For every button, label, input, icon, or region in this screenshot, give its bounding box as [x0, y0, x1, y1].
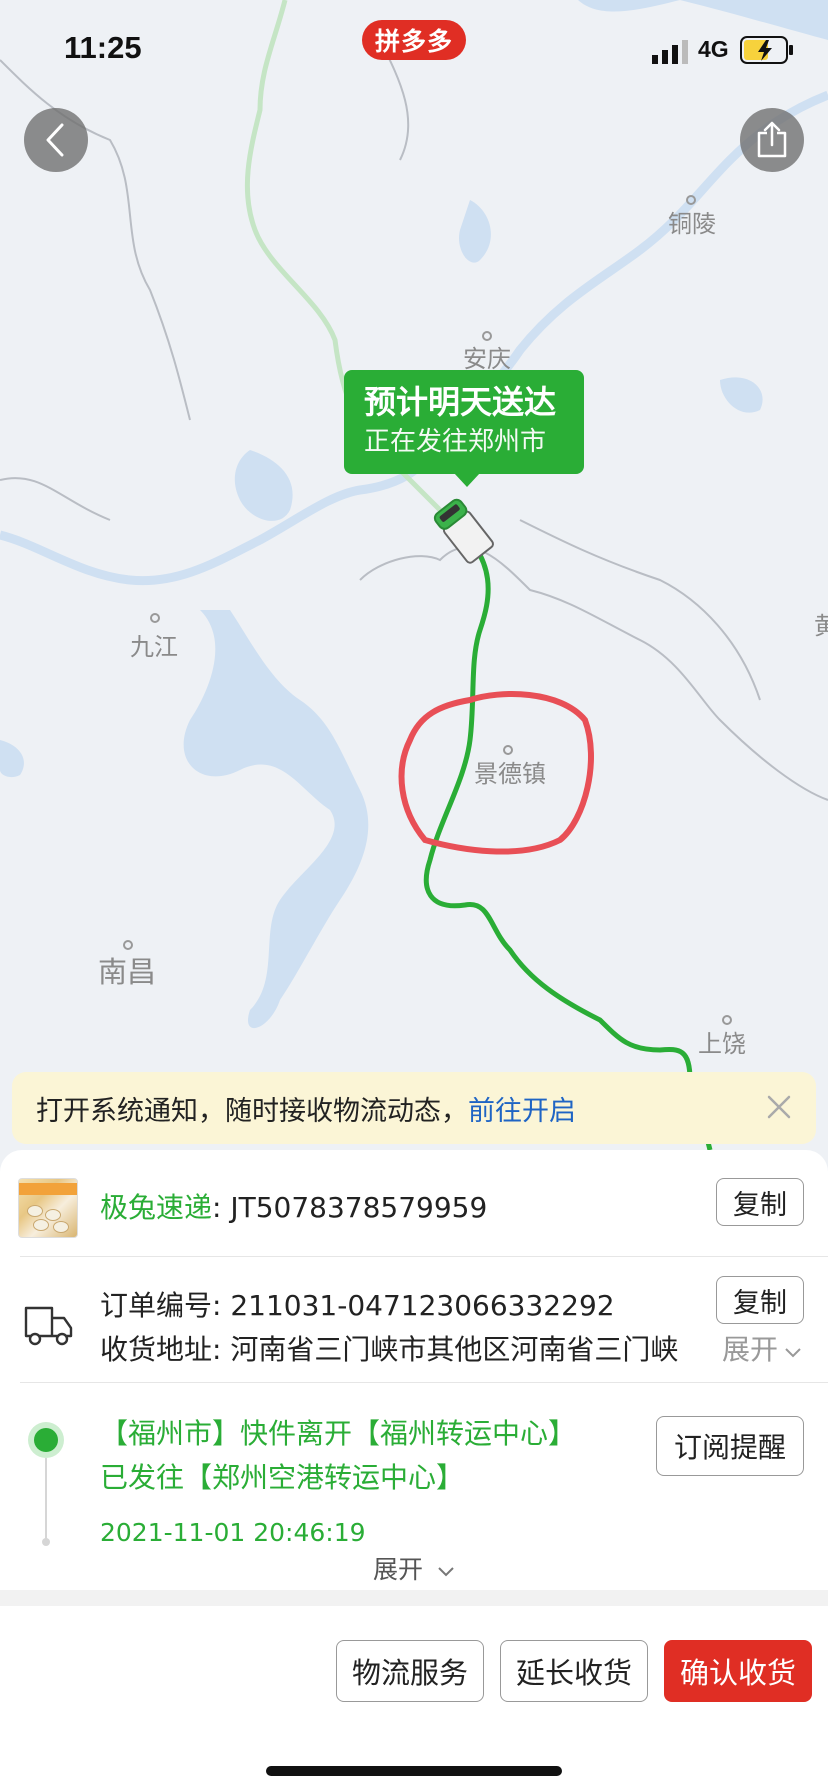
share-icon [757, 121, 787, 158]
tracking-time: 2021-11-01 20:46:19 [100, 1518, 366, 1547]
share-button[interactable] [740, 108, 804, 172]
city-label-tongling: 铜陵 [668, 210, 716, 238]
city-label-nanchang: 南昌 [98, 955, 156, 989]
back-button[interactable] [24, 108, 88, 172]
city-label-shangrao: 上饶 [698, 1030, 746, 1058]
status-time: 11:25 [64, 30, 142, 65]
notification-banner: 打开系统通知，随时接收物流动态， 前往开启 [12, 1072, 816, 1144]
enable-notification-link[interactable]: 前往开启 [468, 1089, 576, 1128]
tracking-number: JT5078378579959 [230, 1191, 488, 1224]
expand-address-button[interactable]: 展开 [722, 1328, 802, 1368]
chevron-down-icon [438, 1567, 454, 1577]
expand-tracking-label: 展开 [373, 1555, 424, 1584]
truck-outline-icon [24, 1306, 73, 1346]
carrier-name: 极兔速递 [100, 1191, 213, 1224]
tracking-line-2: 已发往【郑州空港转运中心】 [100, 1461, 465, 1494]
timeline-end-dot [42, 1538, 50, 1546]
tracking-status-dot [34, 1428, 58, 1452]
city-label-huang: 黄 [814, 612, 828, 640]
carrier-separator: : [212, 1191, 231, 1224]
carrier-info: 极兔速递: JT5078378579959 [100, 1186, 487, 1226]
city-label-jiujiang: 九江 [130, 633, 178, 661]
carrier-row: 极兔速递: JT5078378579959 复制 [0, 1150, 828, 1256]
tracking-line-1: 【福州市】快件离开【福州转运中心】 [100, 1417, 577, 1450]
home-indicator[interactable] [266, 1766, 562, 1776]
city-label-jingdezhen: 景德镇 [474, 760, 546, 788]
signal-icon [652, 40, 688, 64]
notice-text: 打开系统通知，随时接收物流动态， [36, 1095, 468, 1127]
tracking-row: 【福州市】快件离开【福州转运中心】 已发往【郑州空港转运中心】 2021-11-… [0, 1382, 828, 1592]
city-label-anqing: 安庆 [463, 345, 511, 373]
copy-tracking-button[interactable]: 复制 [716, 1178, 804, 1226]
battery-charging-icon [740, 36, 793, 64]
timeline-line [45, 1458, 47, 1540]
confirm-receipt-button[interactable]: 确认收货 [664, 1640, 812, 1702]
address-line: 收货地址: 河南省三门峡市其他区河南省三门峡 [100, 1328, 678, 1368]
delivery-truck-icon [433, 498, 495, 564]
eta-title: 预计明天送达 [364, 383, 557, 421]
order-row: 订单编号: 211031-047123066332292 复制 收货地址: 河南… [0, 1256, 828, 1382]
copy-order-button[interactable]: 复制 [716, 1276, 804, 1324]
app-badge: 拼多多 [362, 20, 466, 60]
eta-subtitle: 正在发往郑州市 [364, 427, 547, 457]
eta-bubble: 预计明天送达 正在发往郑州市 [344, 370, 584, 487]
order-number-line: 订单编号: 211031-047123066332292 [100, 1289, 615, 1322]
order-number: 211031-047123066332292 [230, 1289, 615, 1322]
network-label: 4G [698, 36, 729, 62]
subscribe-reminder-button[interactable]: 订阅提醒 [656, 1416, 804, 1476]
close-icon[interactable] [764, 1092, 794, 1122]
address-value: 河南省三门峡市其他区河南省三门峡 [230, 1333, 679, 1366]
chevron-down-icon [785, 1348, 801, 1358]
expand-address-label: 展开 [721, 1333, 778, 1366]
section-separator [0, 1590, 828, 1606]
order-number-label: 订单编号 [100, 1289, 213, 1322]
logistics-service-button[interactable]: 物流服务 [336, 1640, 484, 1702]
product-thumbnail[interactable] [18, 1178, 78, 1238]
chevron-left-icon [46, 123, 64, 157]
expand-tracking-button[interactable]: 展开 [0, 1550, 828, 1586]
status-bar: 11:25 拼多多 4G [0, 0, 828, 100]
extend-receipt-button[interactable]: 延长收货 [500, 1640, 648, 1702]
address-label: 收货地址 [100, 1333, 213, 1366]
